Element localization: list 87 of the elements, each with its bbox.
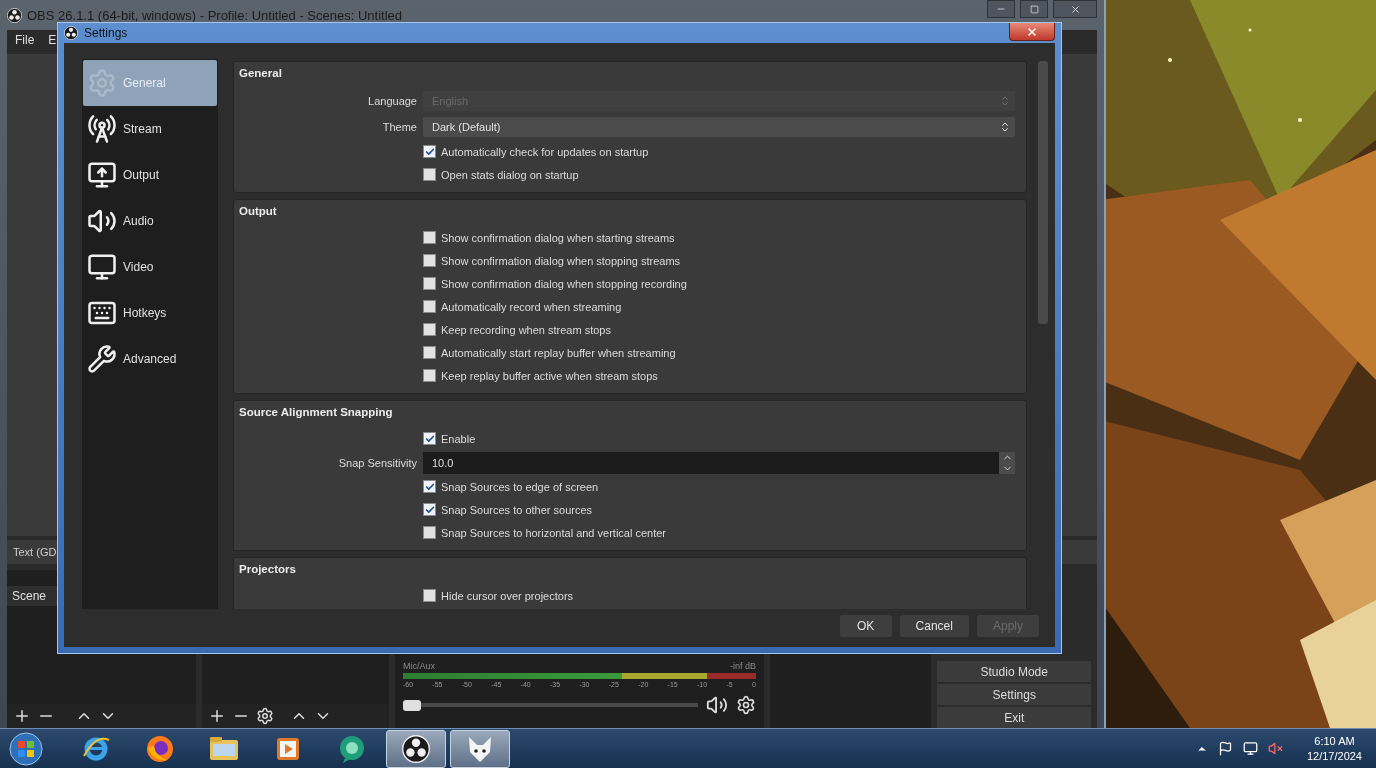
checkbox-label: Show confirmation dialog when starting streams [441,231,675,244]
settings-icon[interactable] [256,707,275,725]
source-name: Text (GD [13,546,57,558]
checkbox-label: Automatically check for updates on startup [441,145,649,158]
checkbox[interactable] [423,145,436,158]
checkbox[interactable] [423,346,436,359]
field-label: Theme [381,121,417,133]
slider-track[interactable] [420,703,698,707]
checkbox[interactable] [423,323,436,336]
sidebar-item[interactable]: Advanced [83,336,217,382]
dialog-button[interactable]: Cancel [899,615,969,637]
checkbox-label: Snap Sources to other sources [441,503,593,516]
gear-icon [87,68,117,98]
minimize-button[interactable] [987,0,1015,18]
group-title: Source Alignment Snapping [239,405,394,420]
checkbox[interactable] [423,432,436,445]
close-icon [1026,25,1038,38]
maximize-icon [1029,4,1039,14]
checkbox-label: Keep replay buffer active when stream stops [441,369,658,382]
field-label: Snap Sensitivity [337,456,417,469]
antenna-icon [87,114,117,144]
checkbox[interactable] [423,369,436,382]
volume-reading: -inf dB [729,661,756,671]
check-icon [424,481,435,492]
checkbox[interactable] [423,526,436,539]
speaker-muted-icon[interactable] [1267,741,1283,756]
control-button[interactable]: Studio Mode [937,661,1091,682]
browser-icon [145,733,175,764]
up-down-icon [999,95,1011,107]
checkbox[interactable] [423,300,436,313]
checkbox-label: Show confirmation dialog when stopping streams [441,254,681,267]
group-title: Projectors [239,562,297,577]
group-title: Output [239,204,278,219]
checkbox-label: Automatically record when streaming [441,300,622,313]
checkbox[interactable] [423,503,436,516]
slider-thumb[interactable] [402,699,421,711]
wrench-icon [87,344,117,374]
sidebar-item[interactable]: Output [83,152,217,198]
clock-time: 6:10 AM [1314,733,1355,749]
checkbox-label: Automatically start replay buffer when streaming [441,346,676,359]
add-icon[interactable] [13,707,31,725]
checkbox[interactable] [423,254,436,267]
monitor-arrow-icon [87,160,117,190]
flag-icon[interactable] [1217,741,1233,756]
group-title: General [239,66,283,81]
sidebar-item[interactable]: Audio [83,198,217,244]
channel-name: Mic/Aux [402,661,435,671]
field-label: Language [367,95,417,107]
sidebar-item[interactable]: Video [83,244,217,290]
checkbox-label: Open stats dialog on startup [441,168,579,181]
checkbox-label: Show confirmation dialog when stopping recording [441,277,687,290]
clock-date: 12/17/2024 [1306,748,1362,764]
checkbox-label: Hide cursor over projectors [441,589,574,602]
up-down-icon [999,121,1011,133]
settings-icon[interactable] [735,695,756,715]
monitor-icon [87,252,117,282]
sidebar-item[interactable]: Stream [83,106,217,152]
check-icon [424,433,435,444]
checkbox[interactable] [423,589,436,602]
dropdown[interactable]: Dark (Default) [423,117,1015,137]
close-button[interactable] [1009,23,1055,41]
taskbar-button[interactable] [450,729,510,768]
dialog-title: Settings [84,26,129,40]
close-icon [1069,3,1081,15]
check-icon [424,504,435,515]
taskbar-button[interactable] [386,729,446,768]
checkbox-label: Snap Sources to edge of screen [441,480,599,493]
checkbox-label: Snap Sources to horizontal and vertical center [441,526,667,539]
menu-item[interactable]: File [15,33,35,47]
checkbox-label: Keep recording when stream stops [441,323,611,336]
chat-bubble-icon [337,733,367,764]
checkbox[interactable] [423,168,436,181]
control-button[interactable]: Settings [937,684,1091,705]
window-title: OBS 26.1.1 (64-bit, windows) - Profile: Untitled - Scenes: Untitled [27,7,403,23]
checkbox[interactable] [423,277,436,290]
check-icon [424,146,435,157]
speaker-icon[interactable] [705,694,728,716]
dialog-button[interactable]: OK [839,615,892,637]
checkbox[interactable] [423,480,436,493]
start-orb-icon [9,731,43,766]
menu-item[interactable]: E [48,33,57,47]
maximize-button[interactable] [1020,0,1048,18]
scrollbar[interactable] [1038,61,1048,324]
sidebar-item[interactable]: Hotkeys [83,290,217,336]
checkbox[interactable] [423,231,436,244]
checkbox-label: Enable [441,432,476,445]
control-button[interactable]: Exit [937,707,1091,728]
